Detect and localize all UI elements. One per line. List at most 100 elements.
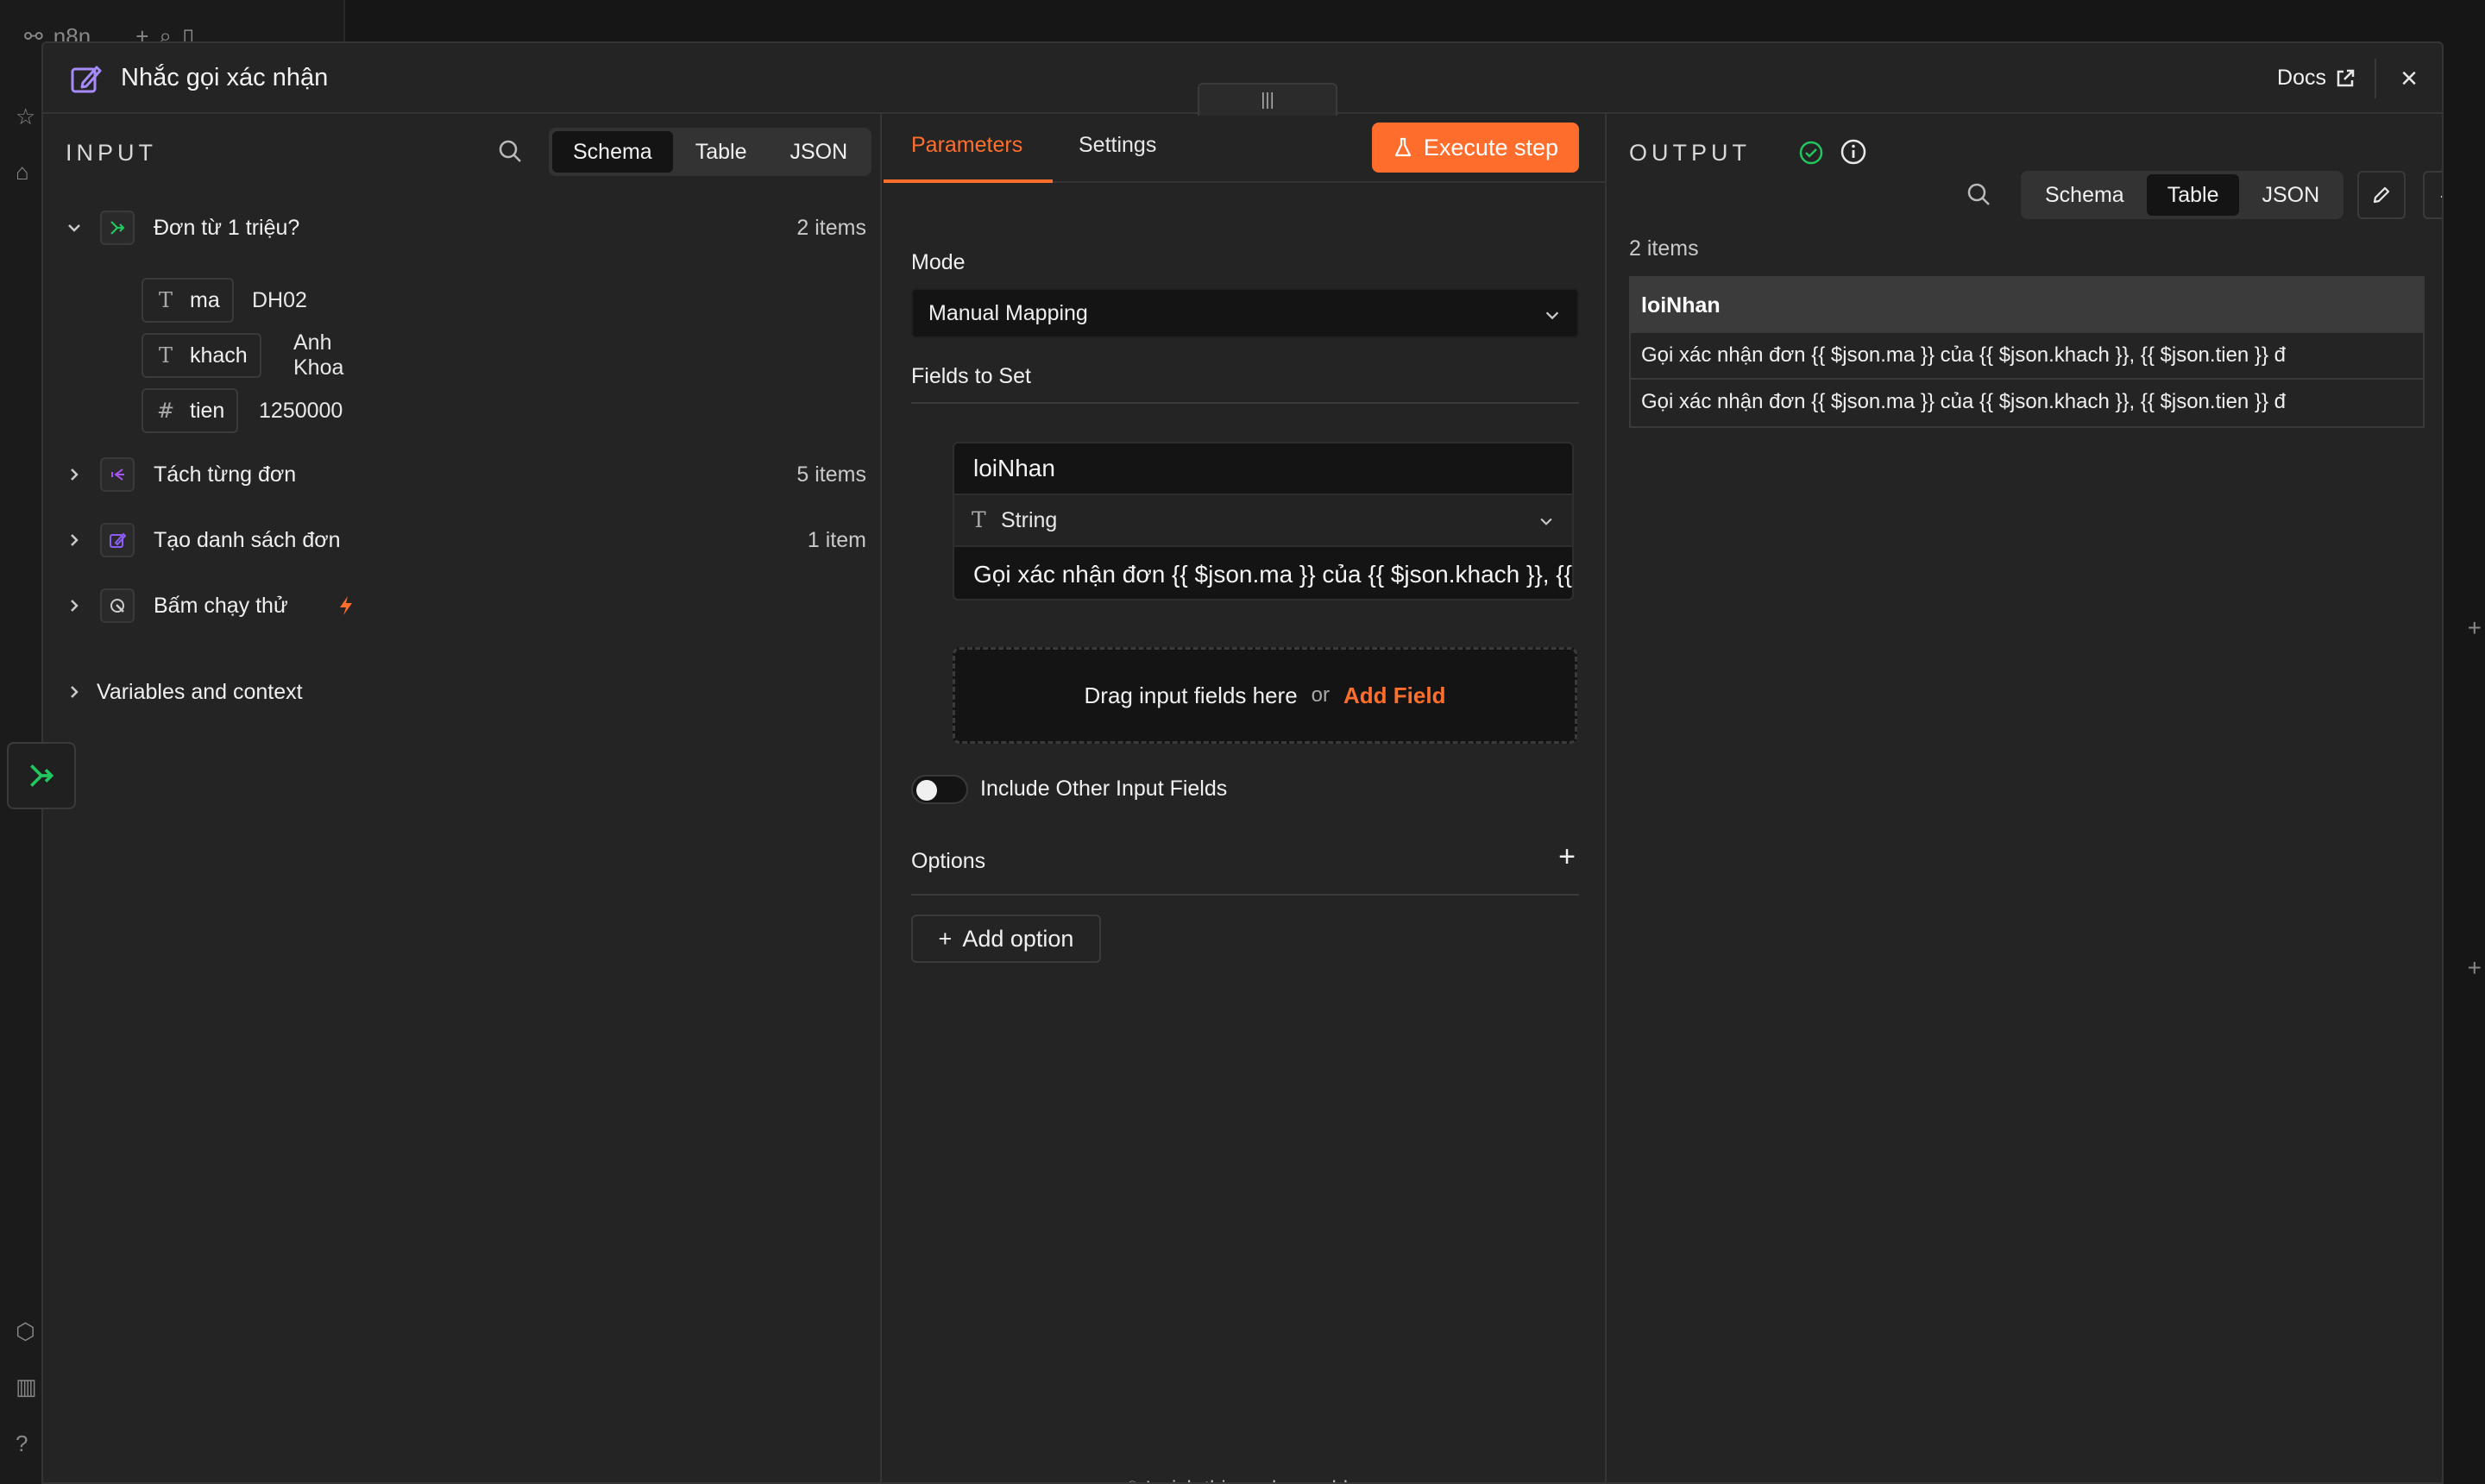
- lightbulb-icon: 💡︎: [1125, 1477, 1140, 1482]
- panel-drag-handle[interactable]: |||: [1198, 83, 1337, 116]
- chevron-down-icon: [1545, 311, 1559, 320]
- input-node-row[interactable]: Tạo danh sách đơn 1 item: [43, 514, 882, 566]
- split-icon: [100, 457, 135, 492]
- add-field-button[interactable]: Add Field: [1343, 682, 1445, 709]
- input-view-json[interactable]: JSON: [769, 131, 868, 173]
- pin-icon: [2440, 195, 2442, 198]
- chevron-right-icon[interactable]: [64, 682, 85, 702]
- output-table: loiNhan Gọi xác nhận đơn {{ $json.ma }} …: [1629, 276, 2425, 428]
- input-view-switch: Schema Table JSON: [549, 128, 872, 176]
- input-node-name: Bấm chạy thử: [154, 593, 288, 618]
- params-tabs: Parameters Settings Execute step: [884, 114, 1607, 183]
- insights-icon[interactable]: ▥: [16, 1374, 40, 1399]
- pencil-icon: [2373, 186, 2390, 204]
- string-type-icon: T: [158, 288, 173, 312]
- fields-to-set-label: Fields to Set: [911, 364, 1031, 388]
- string-type-icon: T: [158, 343, 173, 368]
- field-key: khach: [190, 343, 248, 368]
- input-panel: INPUT Schema Table JSON Đơn từ 1 triệu? …: [43, 114, 882, 1482]
- execute-step-button[interactable]: Execute step: [1371, 123, 1579, 173]
- output-title: OUTPUT: [1629, 140, 1751, 166]
- input-node-count: 2 items: [796, 215, 866, 240]
- feedback-label: I wish this node would...: [1145, 1477, 1365, 1482]
- include-other-fields-toggle[interactable]: [911, 775, 968, 804]
- branch-icon: [100, 211, 135, 245]
- variables-label: Variables and context: [97, 680, 303, 704]
- output-count: 2 items: [1629, 236, 1699, 261]
- logo-icon: ⚯: [24, 22, 43, 49]
- input-node-name: Tạo danh sách đơn: [154, 527, 341, 552]
- mode-select[interactable]: Manual Mapping: [911, 288, 1579, 338]
- field-key: ma: [190, 287, 220, 312]
- include-other-fields-label: Include Other Input Fields: [980, 777, 1228, 801]
- divider: [911, 402, 1579, 404]
- field-value: Anh Khoa: [293, 330, 344, 380]
- field-pill[interactable]: T ma: [142, 278, 234, 323]
- output-view-table[interactable]: Table: [2146, 174, 2240, 216]
- input-node-row[interactable]: Đơn từ 1 triệu? 2 items: [43, 202, 882, 254]
- add-options-plus-icon[interactable]: +: [1558, 840, 1576, 874]
- docs-label: Docs: [2277, 66, 2326, 90]
- string-type-icon: T: [972, 507, 986, 532]
- chevron-down-icon[interactable]: [64, 217, 85, 238]
- input-node-name: Đơn từ 1 triệu?: [154, 215, 300, 240]
- execute-step-label: Execute step: [1423, 134, 1558, 160]
- chevron-right-icon[interactable]: [64, 464, 85, 485]
- input-search-icon[interactable]: [497, 138, 523, 164]
- chevron-right-icon[interactable]: [64, 595, 85, 616]
- help-icon[interactable]: ?: [16, 1431, 40, 1456]
- mode-label: Mode: [911, 250, 966, 274]
- tab-parameters[interactable]: Parameters: [911, 133, 1022, 158]
- flask-icon: [1394, 137, 1412, 157]
- success-check-icon: [1799, 141, 1823, 165]
- add-option-button[interactable]: + Add option: [911, 915, 1101, 963]
- home-icon[interactable]: ⌂: [16, 159, 40, 185]
- field-value: 1250000: [259, 398, 343, 423]
- edit-output-button[interactable]: [2357, 171, 2406, 219]
- branch-icon: [30, 764, 54, 787]
- variables-context-row[interactable]: Variables and context: [43, 666, 882, 718]
- feedback-link[interactable]: 💡︎ I wish this node would...: [884, 1477, 1607, 1482]
- add-option-label: Add option: [962, 925, 1074, 952]
- drop-text: Drag input fields here: [1084, 682, 1298, 708]
- input-node-row[interactable]: Tách từng đơn 5 items: [43, 449, 882, 500]
- assignment-value-input[interactable]: Gọi xác nhận đơn {{ $json.ma }} của {{ $…: [954, 549, 1572, 599]
- chevron-right-icon[interactable]: [64, 530, 85, 550]
- output-view-schema[interactable]: Schema: [2024, 174, 2145, 216]
- field-key: tien: [190, 398, 225, 423]
- input-node-count: 1 item: [807, 527, 866, 552]
- canvas-add-icon-2[interactable]: +: [2468, 954, 2482, 982]
- input-view-table[interactable]: Table: [675, 131, 768, 173]
- input-node-count: 5 items: [796, 462, 866, 487]
- field-pill[interactable]: T khach: [142, 333, 261, 378]
- drop-or: or: [1311, 683, 1331, 707]
- toggle-knob: [916, 780, 937, 801]
- output-search-icon[interactable]: [1966, 181, 1991, 207]
- assignment-type-select[interactable]: T String: [954, 495, 1572, 547]
- input-view-schema[interactable]: Schema: [552, 131, 673, 173]
- input-node-row[interactable]: Bấm chạy thử: [43, 580, 882, 632]
- tab-settings[interactable]: Settings: [1079, 133, 1156, 158]
- trigger-bolt-icon: [340, 596, 352, 615]
- info-icon[interactable]: [1840, 138, 1867, 166]
- header-divider: [2375, 59, 2376, 98]
- divider: [911, 894, 1579, 896]
- number-type-icon: #: [156, 399, 175, 423]
- floating-node-button[interactable]: [7, 742, 76, 809]
- packages-icon[interactable]: ⬡: [16, 1318, 40, 1344]
- close-icon[interactable]: ×: [2400, 62, 2418, 96]
- assignment-type-value: String: [1001, 508, 1058, 532]
- pin-output-button[interactable]: [2423, 171, 2442, 219]
- drop-zone[interactable]: Drag input fields here or Add Field: [953, 647, 1577, 744]
- templates-icon[interactable]: ☆: [16, 104, 40, 129]
- output-view-json[interactable]: JSON: [2241, 174, 2340, 216]
- mode-value: Manual Mapping: [928, 301, 1088, 325]
- canvas-add-icon[interactable]: +: [2468, 614, 2482, 642]
- chevron-down-icon: [1540, 518, 1552, 525]
- assignment-card: loiNhan T String Gọi xác nhận đơn {{ $js…: [953, 442, 1574, 601]
- input-title: INPUT: [66, 140, 157, 166]
- field-pill[interactable]: # tien: [142, 388, 239, 433]
- node-title[interactable]: Nhắc gọi xác nhận: [121, 64, 328, 92]
- assignment-name-input[interactable]: loiNhan: [954, 443, 1572, 495]
- docs-link[interactable]: Docs: [2277, 66, 2356, 91]
